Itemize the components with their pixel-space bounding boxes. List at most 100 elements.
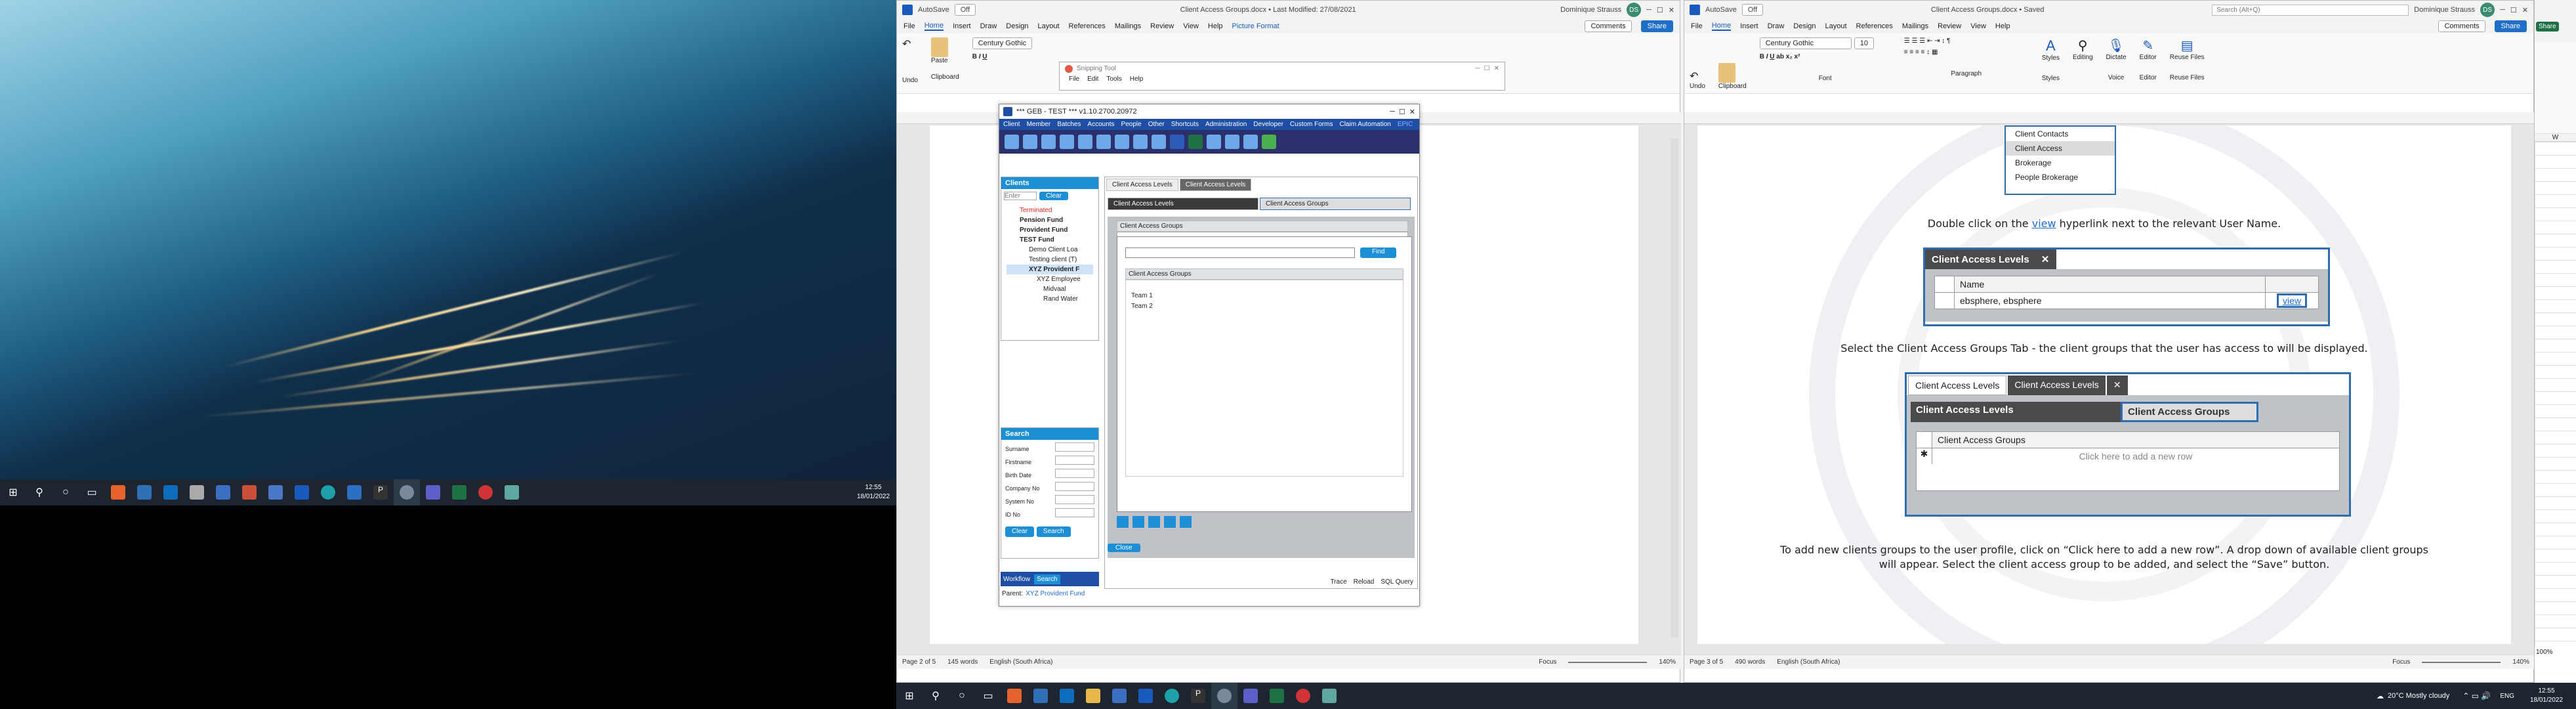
close-icon[interactable]: ✕	[2522, 6, 2528, 14]
tab-design[interactable]: Design	[1006, 22, 1028, 30]
search-input[interactable]	[2212, 4, 2409, 16]
tab-insert[interactable]: Insert	[953, 22, 971, 30]
tab-references[interactable]: References	[1856, 22, 1893, 30]
menu-other[interactable]: Other	[1148, 121, 1165, 128]
language[interactable]: English (South Africa)	[989, 658, 1052, 666]
cortana-icon[interactable]: ○	[52, 479, 79, 505]
spreadsheet-grid[interactable]	[2535, 142, 2576, 647]
app-icon[interactable]	[105, 479, 131, 505]
word-icon[interactable]	[1132, 683, 1159, 709]
search-icon[interactable]: ⚲	[923, 683, 949, 709]
align-icon[interactable]: ≡ ≡ ≡ ≡ ↕ ▦	[1904, 49, 2029, 56]
list-item[interactable]: Team 1	[1131, 291, 1398, 301]
snip-menu-edit[interactable]: Edit	[1087, 75, 1098, 83]
app-icon[interactable]	[131, 479, 157, 505]
system-no-input[interactable]	[1055, 495, 1094, 504]
toolbar-icon[interactable]	[1005, 135, 1019, 149]
maximize-icon[interactable]: ☐	[1484, 65, 1490, 73]
app-icon[interactable]	[341, 479, 367, 505]
menu-member[interactable]: Member	[1027, 121, 1051, 128]
paste-icon[interactable]	[1718, 63, 1735, 83]
styles-button[interactable]: Styles	[2042, 54, 2060, 62]
tab-client-access-groups[interactable]: Client Access Groups	[1260, 198, 1411, 210]
search-button[interactable]: Search	[1036, 526, 1071, 537]
minimize-icon[interactable]: ─	[1646, 6, 1652, 14]
autosave-toggle[interactable]: Off	[954, 4, 976, 16]
menu-batches[interactable]: Batches	[1057, 121, 1081, 128]
print-icon[interactable]	[1164, 516, 1176, 528]
minimize-icon[interactable]: ─	[2500, 6, 2505, 14]
tree-item[interactable]: Pension Fund	[1007, 215, 1093, 225]
doc-tab[interactable]: Client Access Levels	[1106, 179, 1178, 191]
find-input[interactable]	[1125, 247, 1355, 258]
tab-insert[interactable]: Insert	[1740, 22, 1758, 30]
share-button[interactable]: Share	[2494, 20, 2527, 32]
font-name-box[interactable]: Century Gothic	[972, 37, 1033, 49]
app-icon[interactable]	[210, 479, 236, 505]
tab-help[interactable]: Help	[1995, 22, 2010, 30]
zoom-slider[interactable]	[2422, 661, 2501, 663]
search-clear-button[interactable]: Clear	[1005, 526, 1034, 537]
task-view-icon[interactable]: ▭	[975, 683, 1001, 709]
refresh-icon[interactable]	[1262, 135, 1276, 149]
bullets-icon[interactable]: ☰ ☰ ☰ ⇤ ⇥ ↕ ¶	[1904, 37, 2029, 45]
snip-menu-tools[interactable]: Tools	[1106, 75, 1121, 83]
tab-review[interactable]: Review	[1150, 22, 1174, 30]
menu-custom-forms[interactable]: Custom Forms	[1290, 121, 1333, 128]
tab-picture-format[interactable]: Picture Format	[1232, 22, 1279, 30]
toolbar-icon[interactable]	[1078, 135, 1092, 149]
view-link[interactable]: view	[2032, 217, 2056, 230]
parent-value[interactable]: XYZ Provident Fund	[1026, 590, 1085, 597]
editor-icon[interactable]: ✎	[2140, 37, 2157, 54]
toolbar-icon[interactable]	[1133, 135, 1148, 149]
app-icon[interactable]	[1316, 683, 1342, 709]
tab-file[interactable]: File	[1691, 22, 1703, 30]
file-explorer-icon[interactable]	[1080, 683, 1106, 709]
grid-nav-icon[interactable]	[1180, 516, 1192, 528]
maximize-icon[interactable]: ☐	[1399, 108, 1405, 116]
start-icon[interactable]: ⊞	[896, 683, 923, 709]
toolbar-icon[interactable]	[1023, 135, 1037, 149]
tab-layout[interactable]: Layout	[1038, 22, 1060, 30]
toolbar-icon[interactable]	[1096, 135, 1111, 149]
menu-developer[interactable]: Developer	[1253, 121, 1283, 128]
task-view-icon[interactable]: ▭	[79, 479, 105, 505]
share-button[interactable]: Share	[2536, 22, 2559, 32]
menu-client[interactable]: Client	[1003, 121, 1020, 128]
app-icon[interactable]	[1106, 683, 1132, 709]
editing-button[interactable]: Editing	[2073, 54, 2093, 61]
taskbar-clock[interactable]: 12:55 18/01/2022	[2524, 687, 2569, 705]
tab-mailings[interactable]: Mailings	[1115, 22, 1141, 30]
app-icon[interactable]	[472, 479, 499, 505]
app-icon[interactable]	[1211, 683, 1237, 709]
tree-item[interactable]: Rand Water	[1007, 294, 1093, 304]
comments-button[interactable]: Comments	[1585, 20, 1632, 32]
dictate-button[interactable]: Dictate	[2106, 54, 2127, 61]
app-icon[interactable]	[499, 479, 525, 505]
company-no-input[interactable]	[1055, 482, 1094, 491]
tab-home[interactable]: Home	[1711, 22, 1732, 31]
app-icon[interactable]: P	[1185, 683, 1211, 709]
bold-icon[interactable]: B I U ab x₂ x²	[1760, 53, 1891, 60]
close-icon[interactable]: ✕	[1494, 65, 1499, 73]
minimize-icon[interactable]: ─	[1476, 65, 1480, 73]
document-page[interactable]: Client Contacts Client Access Brokerage …	[1697, 125, 2511, 644]
zoom-level[interactable]: 100%	[2535, 647, 2576, 657]
client-filter-input[interactable]	[1004, 192, 1037, 200]
app-icon[interactable]	[236, 479, 262, 505]
tree-item[interactable]: XYZ Employee	[1007, 274, 1093, 284]
tree-item[interactable]: TEST Fund	[1007, 235, 1093, 245]
cortana-icon[interactable]: ○	[949, 683, 975, 709]
teams-icon[interactable]	[1237, 683, 1264, 709]
menu-administration[interactable]: Administration	[1205, 121, 1247, 128]
surname-input[interactable]	[1055, 442, 1094, 452]
zoom-slider[interactable]	[1568, 661, 1648, 663]
focus-button[interactable]: Focus	[1539, 658, 1556, 666]
tab-view[interactable]: View	[1970, 22, 1986, 30]
app-icon[interactable]	[1001, 683, 1028, 709]
app-icon[interactable]	[184, 479, 210, 505]
search-icon[interactable]: ⚲	[2073, 37, 2093, 54]
app-icon[interactable]	[262, 479, 289, 505]
tray-icons[interactable]: ⌃ ▭ 🔊	[2462, 691, 2491, 700]
tree-item-selected[interactable]: XYZ Provident F	[1007, 265, 1093, 274]
